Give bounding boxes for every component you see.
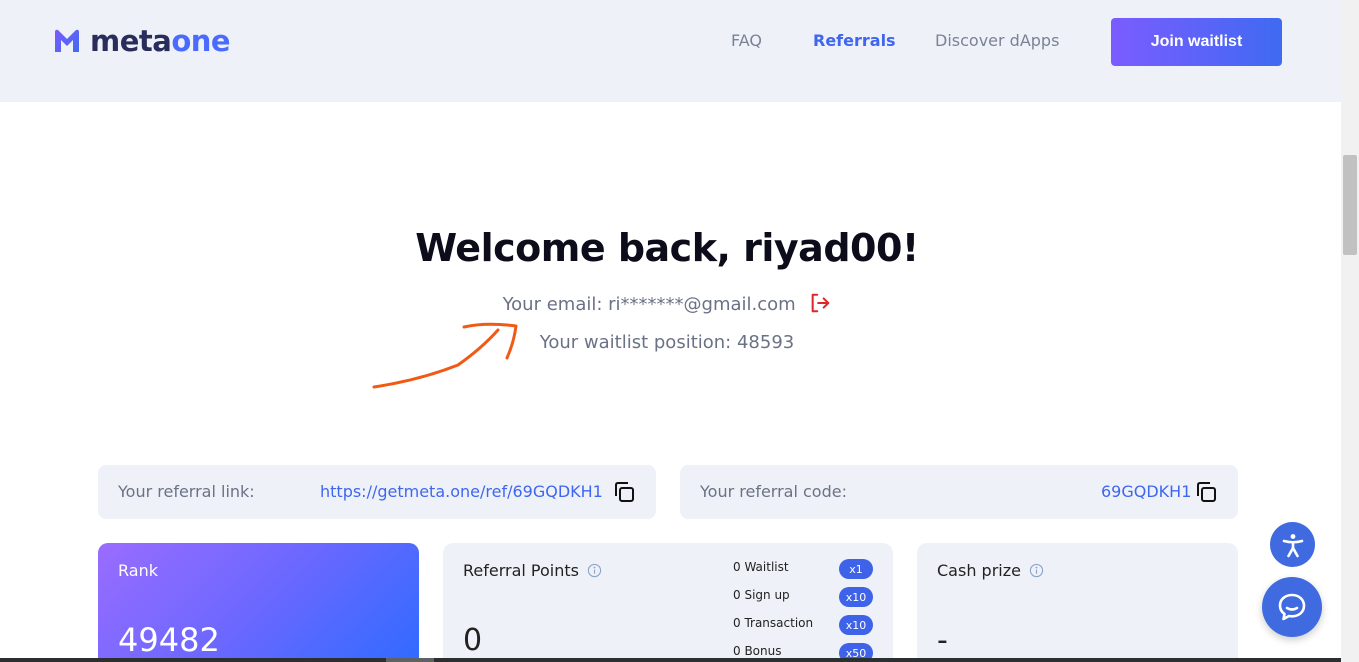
bottom-taskbar-edge [0,658,1341,662]
metaone-logo[interactable]: metaone [52,24,231,58]
referral-code-box: Your referral code: 69GQDKH1 [680,465,1238,519]
nav-referrals[interactable]: Referrals [813,31,896,50]
accessibility-button[interactable] [1270,522,1315,567]
copy-link-icon[interactable] [612,480,636,504]
accessibility-icon [1282,533,1303,557]
scrollbar-thumb[interactable] [1343,155,1357,255]
welcome-title: Welcome back, riyad00! [415,226,919,270]
info-icon[interactable] [1029,563,1044,578]
referral-link-label: Your referral link: [118,482,255,501]
email-line: Your email: ri*******@gmail.com [0,292,1334,315]
rank-value: 49482 [118,621,220,659]
points-row-bonus: 0 Bonus [733,644,782,658]
points-row-transaction: 0 Transaction [733,616,814,630]
referral-points-card: Referral Points 0 0 Waitlist x1 0 Sign u… [443,543,893,662]
join-waitlist-button[interactable]: Join waitlist [1111,18,1282,66]
nav-discover-dapps[interactable]: Discover dApps [935,31,1059,50]
rank-card: Rank 49482 [98,543,419,662]
page-scrollbar[interactable] [1341,0,1359,662]
rank-title: Rank [118,561,158,580]
multiplier-badge: x10 [839,587,873,607]
points-row-waitlist: 0 Waitlist [733,560,789,574]
points-row-signup: 0 Sign up [733,588,790,602]
cash-prize-card: Cash prize - [917,543,1238,662]
logo-wordmark: metaone [90,24,231,58]
referral-points-label: Referral Points [463,561,579,580]
referral-link-value[interactable]: https://getmeta.one/ref/69GQDKH1 [320,482,603,501]
referral-link-box: Your referral link: https://getmeta.one/… [98,465,656,519]
multiplier-badge: x10 [839,615,873,635]
nav-faq[interactable]: FAQ [731,31,762,50]
chat-button[interactable] [1262,577,1322,637]
referral-points-title: Referral Points [463,561,602,580]
annotation-arrow-icon [372,322,518,389]
waitlist-position: Your waitlist position: 48593 [539,332,795,353]
referral-code-value[interactable]: 69GQDKH1 [1101,482,1191,501]
cash-prize-label: Cash prize [937,561,1021,580]
info-icon[interactable] [587,563,602,578]
metaone-logo-icon [55,29,79,52]
cash-prize-title: Cash prize [937,561,1044,580]
copy-code-icon[interactable] [1194,480,1218,504]
logout-icon[interactable] [809,292,831,314]
multiplier-badge: x1 [839,559,873,579]
cash-prize-value: - [937,623,948,658]
site-header: metaone FAQ Referrals Discover dApps Joi… [0,0,1341,102]
email-text: Your email: ri*******@gmail.com [502,294,796,315]
referral-code-label: Your referral code: [700,482,847,501]
referral-points-value: 0 [463,623,483,658]
chat-icon [1278,593,1306,621]
taskbar-active-segment [386,658,434,662]
